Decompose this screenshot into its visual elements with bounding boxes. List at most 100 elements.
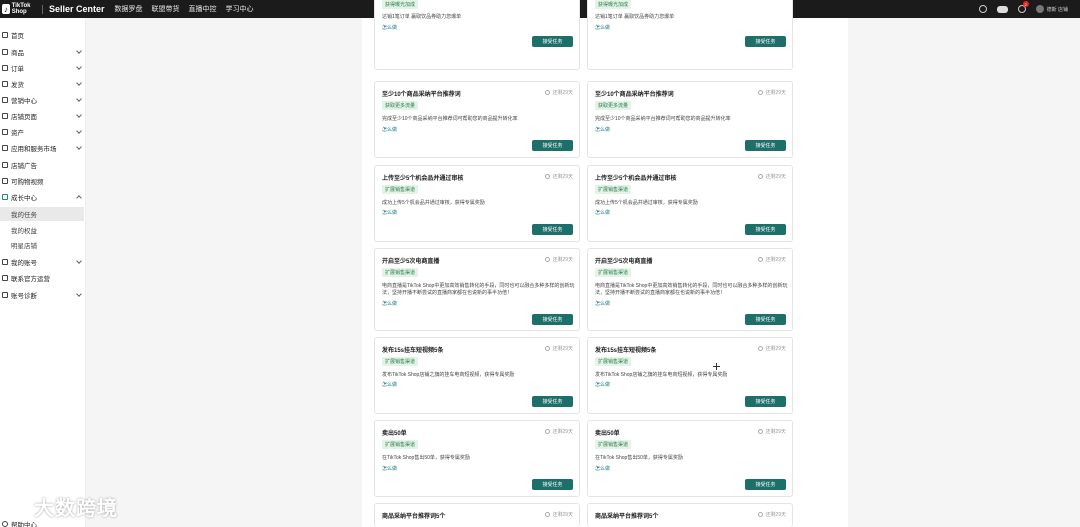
task-card: 至少10个商品采纳平台推荐词 还剩29天 获取更多流量 完成至少10个商品采纳平… — [374, 81, 580, 158]
task-desc: 完成至少10个商品采纳平台推荐词可帮助您的商品提升转化率 — [595, 116, 731, 122]
accept-task-button[interactable]: 接受任务 — [745, 36, 786, 47]
task-tag: 扩展销售渠道 — [595, 268, 632, 277]
sidebar-item-products[interactable]: 商品 — [0, 45, 86, 59]
how-to-link[interactable]: 怎么做 — [382, 24, 397, 31]
notification-badge: 2 — [1022, 1, 1029, 7]
chat-icon[interactable] — [996, 5, 1008, 13]
task-deadline: 还剩29天 — [545, 511, 573, 518]
task-card: 获得曝光加成 达销1笔订单 赢取饮品券助力您爆单 怎么做 接受任务 — [587, 0, 793, 70]
task-card: 至少10个商品采纳平台推荐词 还剩29天 获取更多流量 完成至少10个商品采纳平… — [587, 81, 793, 158]
accept-task-button[interactable]: 接受任务 — [745, 479, 786, 490]
top-nav-link[interactable]: 联盟带货 — [152, 4, 180, 14]
sidebar-item-account-diagnosis[interactable]: 账号诊断 — [0, 288, 86, 302]
divider — [42, 4, 43, 14]
top-nav-link[interactable]: 数据罗盘 — [115, 4, 143, 14]
task-tag: 扩展销售渠道 — [382, 185, 419, 194]
task-card: 发布15s挂车短视频5条 还剩29天 扩展销售渠道 发布TikTok Shop店… — [587, 337, 793, 414]
task-deadline: 还剩29天 — [758, 345, 786, 352]
accept-task-button[interactable]: 接受任务 — [532, 224, 573, 235]
task-desc: 在TikTok Shop售出50单，获得专属奖励 — [595, 455, 683, 461]
bell-icon[interactable]: 2 — [1017, 1, 1029, 13]
how-to-link[interactable]: 怎么做 — [595, 300, 610, 307]
task-deadline: 还剩29天 — [758, 256, 786, 263]
accept-task-button[interactable]: 接受任务 — [532, 479, 573, 490]
sidebar-item-shoppable-video[interactable]: 可购物视频 — [0, 174, 86, 188]
user-menu[interactable]: 德斯 店铺 — [1035, 5, 1068, 13]
user-name: 德斯 店铺 — [1046, 6, 1068, 13]
how-to-link[interactable]: 怎么做 — [595, 209, 610, 216]
task-title: 至少10个商品采纳平台推荐词 — [382, 92, 461, 98]
sidebar-item-home[interactable]: 首页 — [0, 28, 86, 42]
chevron-down-icon — [76, 258, 82, 264]
clock-icon — [545, 174, 551, 179]
how-to-link[interactable]: 怎么做 — [595, 381, 610, 388]
sidebar-item-assets[interactable]: 资产 — [0, 125, 86, 139]
task-title: 至少10个商品采纳平台推荐词 — [595, 92, 674, 98]
sidebar: 首页 商品 订单 发货 营销中心 店铺页面 资产 应用和服务市场 店铺广告 可购… — [0, 18, 86, 527]
how-to-link[interactable]: 怎么做 — [595, 24, 610, 31]
sidebar-item-my-account[interactable]: 我的账号 — [0, 255, 86, 269]
task-deadline: 还剩29天 — [545, 428, 573, 435]
clock-icon — [758, 346, 764, 351]
sidebar-item-star-store[interactable]: 明星店铺 — [0, 238, 86, 252]
how-to-link[interactable]: 怎么做 — [595, 465, 610, 472]
task-desc: 发布TikTok Shop店铺之旗的挂车电商短视频，获得专属奖励 — [382, 372, 515, 378]
clock-icon — [545, 90, 551, 95]
task-title: 商品采纳平台推荐词5个 — [382, 514, 446, 520]
how-to-link[interactable]: 怎么做 — [382, 209, 397, 216]
watermark-text: 大数跨境 — [34, 498, 118, 520]
sidebar-item-orders[interactable]: 订单 — [0, 61, 86, 75]
chevron-down-icon — [76, 112, 82, 118]
sidebar-item-shipping[interactable]: 发货 — [0, 77, 86, 91]
task-desc: 成功上传5个机会品并通过审核，获得专属奖励 — [382, 200, 485, 206]
sidebar-item-app-market[interactable]: 应用和服务市场 — [0, 141, 86, 155]
sidebar-item-growth-center[interactable]: 成长中心 — [0, 190, 86, 204]
task-card: 上传至少5个机会品并通过审核 还剩29天 扩展销售渠道 成功上传5个机会品并通过… — [374, 165, 580, 242]
top-nav-link[interactable]: 学习中心 — [226, 4, 254, 14]
main-content — [86, 18, 1080, 527]
sidebar-item-store-page[interactable]: 店铺页面 — [0, 109, 86, 123]
accept-task-button[interactable]: 接受任务 — [532, 396, 573, 407]
clock-icon — [758, 512, 764, 517]
clock-icon — [758, 174, 764, 179]
task-tag: 扩展销售渠道 — [382, 440, 419, 449]
how-to-link[interactable]: 怎么做 — [382, 300, 397, 307]
sidebar-item-store-ads[interactable]: 店铺广告 — [0, 158, 86, 172]
chevron-down-icon — [76, 64, 82, 70]
ads-icon — [2, 162, 8, 168]
task-desc: 电商直播是TikTok Shop中更加高效销售转化的手段，同时也可以融合多种多样… — [595, 283, 788, 296]
tiktok-shop-logo[interactable]: ♪ TikTok Shop — [2, 3, 42, 15]
logo-text: TikTok Shop — [11, 3, 31, 15]
task-deadline: 还剩29天 — [545, 173, 573, 180]
accept-task-button[interactable]: 接受任务 — [532, 140, 573, 151]
how-to-link[interactable]: 怎么做 — [382, 381, 397, 388]
accept-task-button[interactable]: 接受任务 — [532, 36, 573, 47]
accept-task-button[interactable]: 接受任务 — [532, 314, 573, 325]
sidebar-item-my-tasks[interactable]: 我的任务 — [0, 207, 84, 221]
clock-icon — [545, 257, 551, 262]
clock-icon — [545, 512, 551, 517]
sidebar-item-contact-ops[interactable]: 联系官方运营 — [0, 271, 86, 285]
task-desc: 完成至少10个商品采纳平台推荐词可帮助您的商品提升转化率 — [382, 116, 518, 122]
how-to-link[interactable]: 怎么做 — [595, 126, 610, 133]
accept-task-button[interactable]: 接受任务 — [745, 224, 786, 235]
accept-task-button[interactable]: 接受任务 — [745, 396, 786, 407]
top-nav-link[interactable]: 直播中控 — [189, 4, 217, 14]
contact-icon — [2, 275, 8, 281]
accept-task-button[interactable]: 接受任务 — [745, 140, 786, 151]
task-card: 商品采纳平台推荐词5个 还剩29天 — [587, 503, 793, 527]
task-deadline: 还剩29天 — [758, 428, 786, 435]
refresh-icon[interactable] — [978, 5, 987, 13]
how-to-link[interactable]: 怎么做 — [382, 465, 397, 472]
task-deadline: 还剩29天 — [545, 256, 573, 263]
task-title: 商品采纳平台推荐词5个 — [595, 514, 659, 520]
chevron-down-icon — [76, 144, 82, 150]
sidebar-item-marketing[interactable]: 营销中心 — [0, 93, 86, 107]
accept-task-button[interactable]: 接受任务 — [745, 314, 786, 325]
how-to-link[interactable]: 怎么做 — [382, 126, 397, 133]
sidebar-item-my-benefits[interactable]: 我的权益 — [0, 223, 86, 237]
task-card: 发布15s挂车短视频5条 还剩29天 扩展销售渠道 发布TikTok Shop店… — [374, 337, 580, 414]
store-icon — [2, 113, 8, 119]
task-desc: 成功上传5个机会品并通过审核，获得专属奖励 — [595, 200, 698, 206]
chevron-down-icon — [76, 80, 82, 86]
